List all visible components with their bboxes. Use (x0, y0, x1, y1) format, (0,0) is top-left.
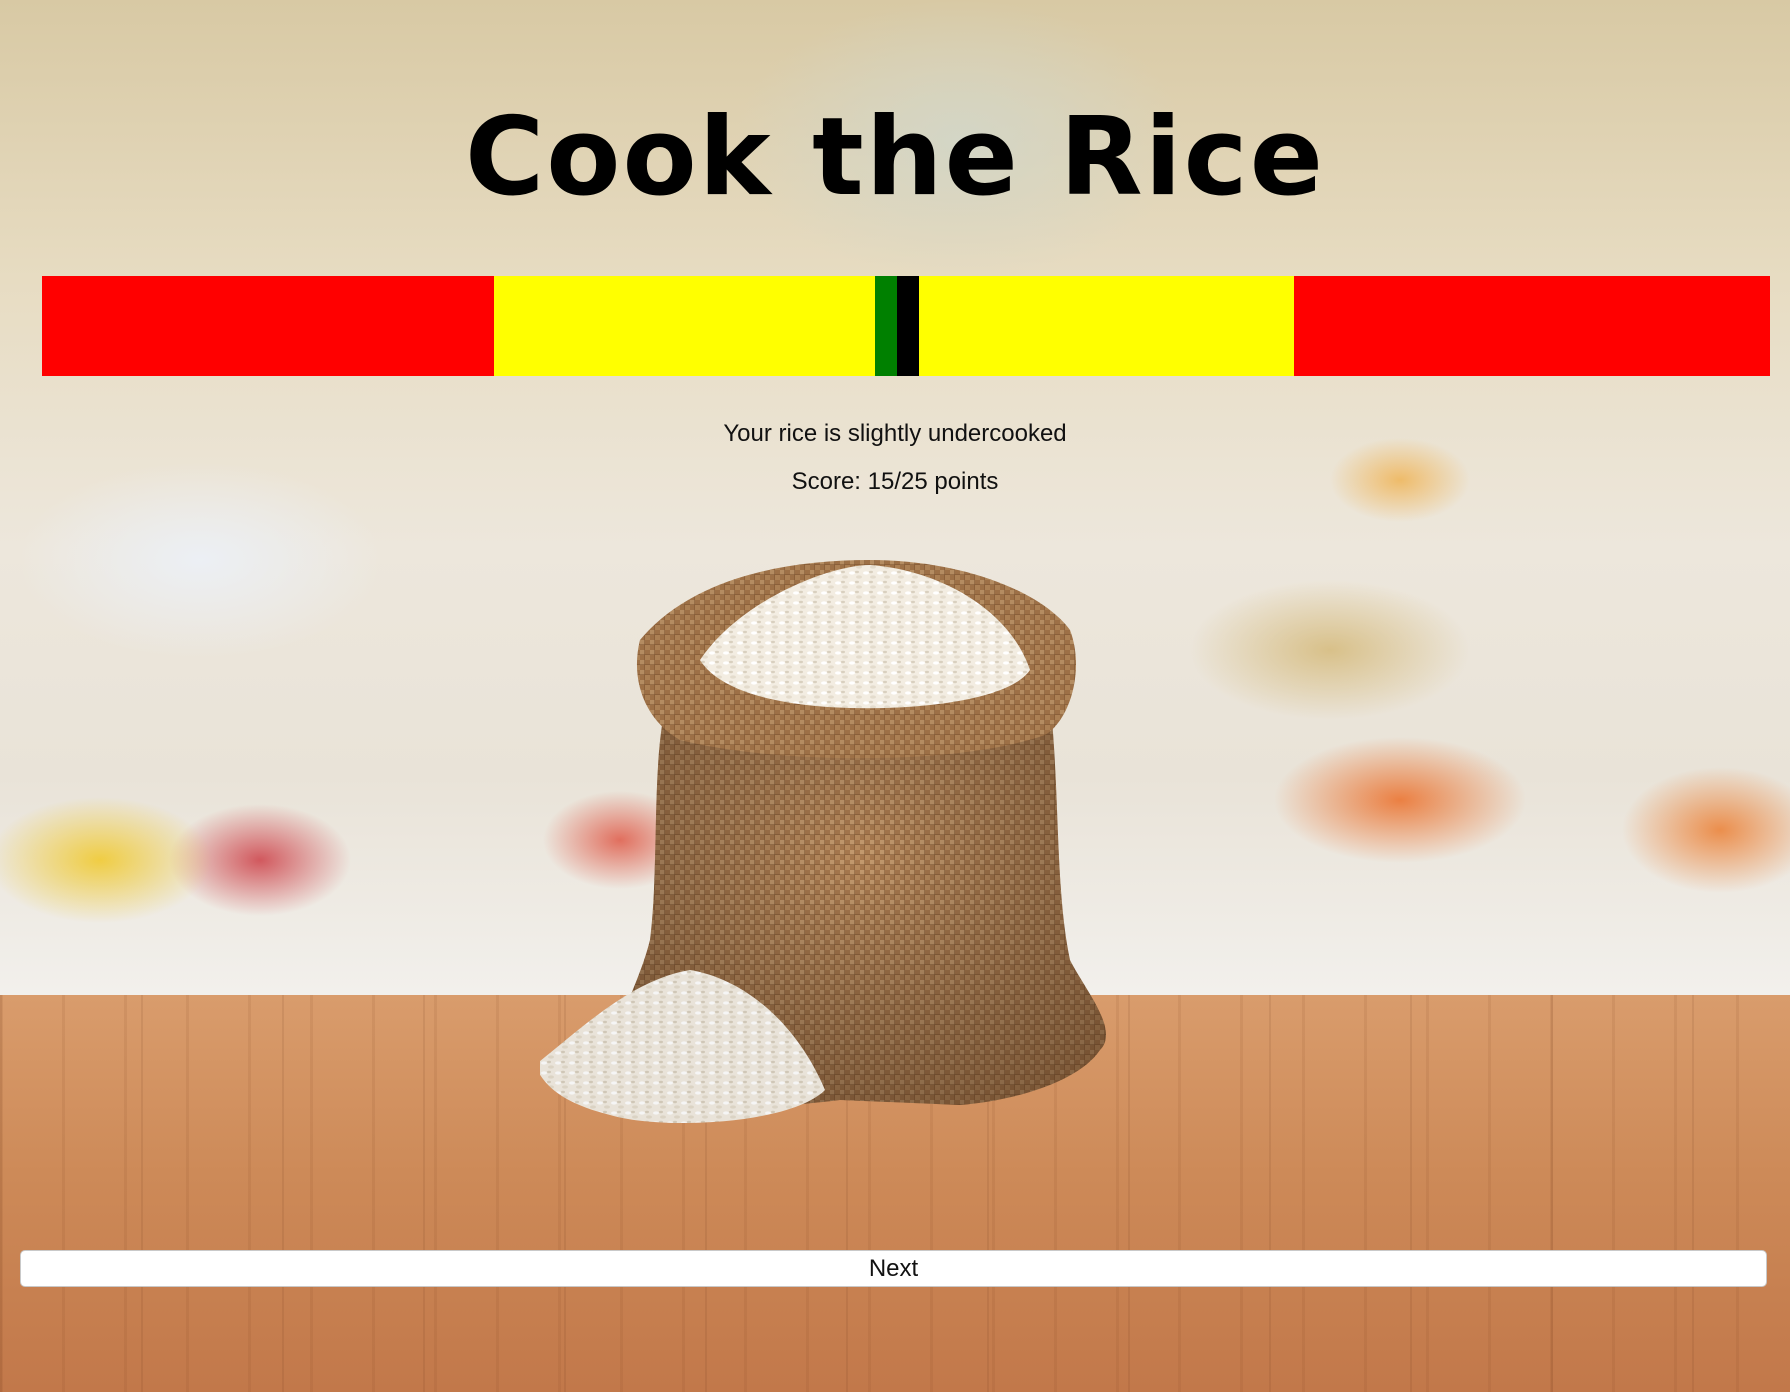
rice-sack-icon (535, 560, 1220, 1180)
score-text: Score: 15/25 points (791, 468, 999, 495)
meter-segment (494, 276, 876, 376)
meter-segment (1293, 276, 1770, 376)
meter-segment (900, 276, 1294, 376)
game-title: Cook the Rice (465, 95, 1325, 220)
meter-segment (42, 276, 495, 376)
result-message: Your rice is slightly undercooked (723, 420, 1067, 447)
next-button[interactable]: Next (20, 1250, 1767, 1287)
game-stage: Cook the Rice Your rice is slightly unde… (0, 0, 1790, 1392)
meter-marker (896, 276, 919, 376)
cooking-meter (42, 276, 1770, 376)
